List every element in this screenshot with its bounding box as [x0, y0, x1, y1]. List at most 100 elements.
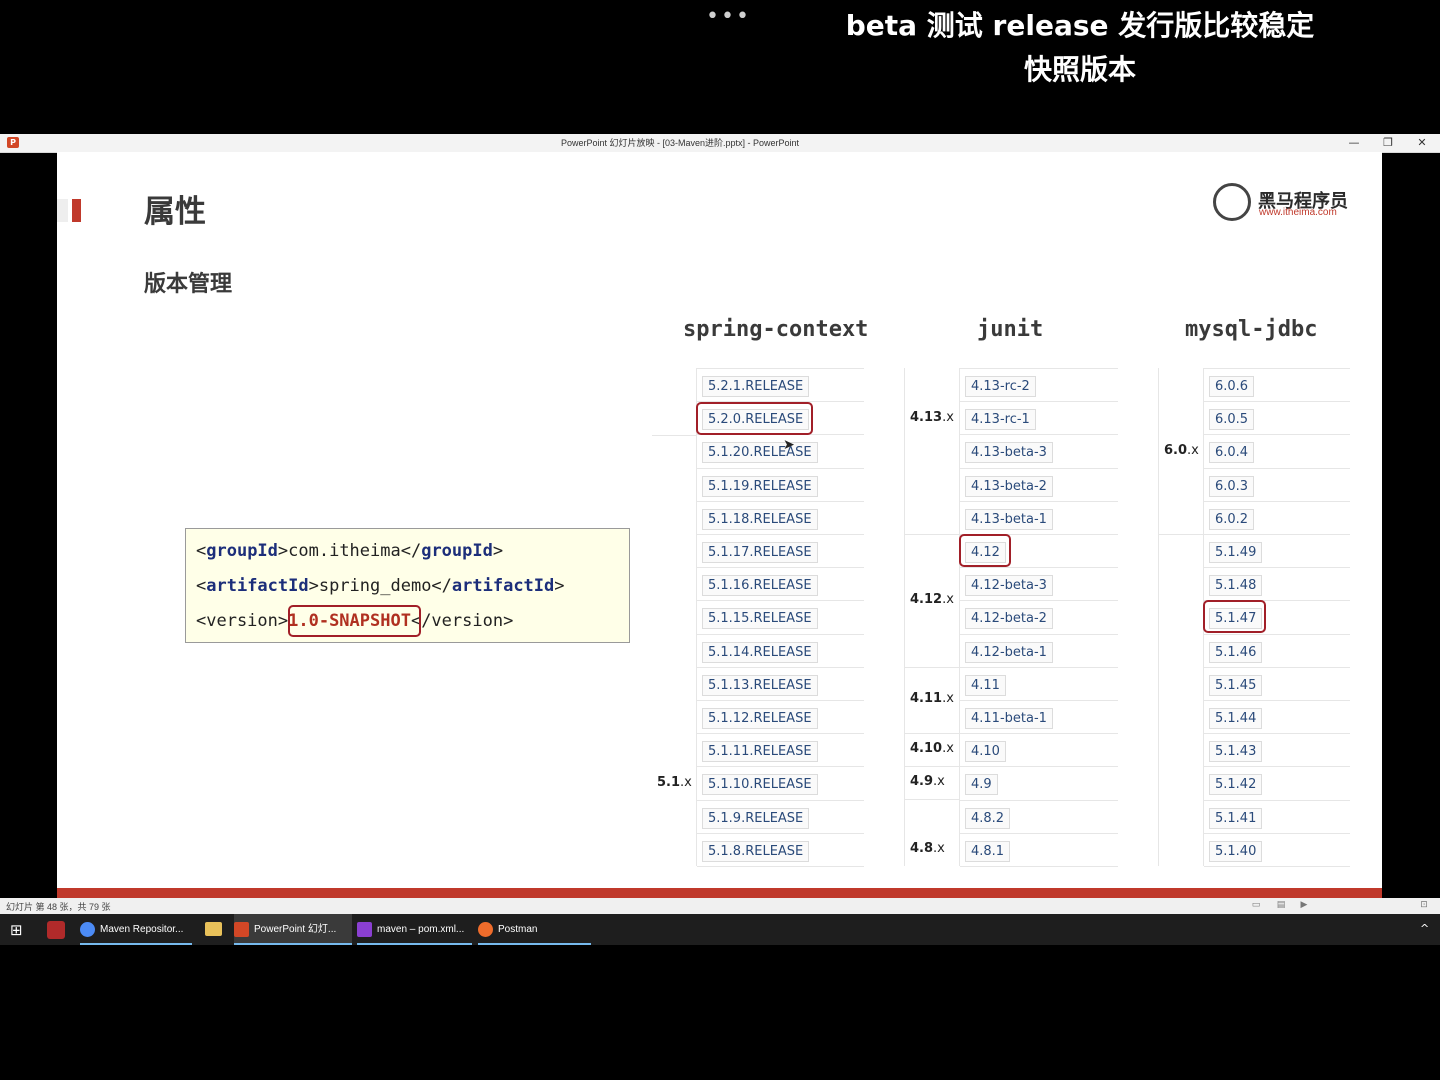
junit-version[interactable]: 4.11-beta-1 — [965, 708, 1053, 729]
spring-context-header: spring-context — [683, 317, 869, 342]
junit-gridline — [960, 833, 1118, 834]
spring-group-5-1x: 5.1.x — [657, 775, 692, 790]
junit-version[interactable]: 4.13-beta-1 — [965, 509, 1053, 530]
spring-version[interactable]: 5.1.15.RELEASE — [702, 608, 818, 629]
spring-gridline — [697, 866, 864, 867]
taskbar-powerpoint[interactable]: PowerPoint 幻灯... — [234, 914, 352, 945]
junit-group-divider — [905, 799, 960, 800]
junit-gridline — [960, 368, 1118, 369]
slide-subtitle: 版本管理 — [144, 272, 233, 297]
junit-group: 4.8.x — [910, 841, 945, 856]
spring-group-divider — [652, 435, 697, 436]
mysql-version[interactable]: 6.0.2 — [1209, 509, 1255, 530]
code-line-groupid: <groupId>com.itheima</groupId> — [196, 541, 504, 561]
mysql-version[interactable]: 5.1.48 — [1209, 575, 1263, 596]
mysql-gridline — [1204, 534, 1350, 535]
junit-header: junit — [977, 317, 1044, 342]
spring-version[interactable]: 5.1.20.RELEASE — [702, 442, 818, 463]
spring-version[interactable]: 5.1.19.RELEASE — [702, 476, 818, 497]
restore-button[interactable]: ❐ — [1371, 135, 1405, 151]
junit-group-divider — [905, 733, 960, 734]
spring-version[interactable]: 5.1.16.RELEASE — [702, 575, 818, 596]
postman-icon — [478, 921, 493, 937]
mysql-version[interactable]: 5.1.49 — [1209, 542, 1263, 563]
mysql-version[interactable]: 5.1.42 — [1209, 774, 1263, 795]
junit-vline — [959, 368, 960, 866]
mysql-version[interactable]: 5.1.43 — [1209, 741, 1263, 762]
spring-version[interactable]: 5.1.17.RELEASE — [702, 542, 818, 563]
fit-slide-icon[interactable]: ⊡ — [1418, 900, 1430, 911]
junit-version[interactable]: 4.13-beta-3 — [965, 442, 1053, 463]
spring-version[interactable]: 5.1.9.RELEASE — [702, 808, 810, 829]
mysql-version[interactable]: 5.1.45 — [1209, 675, 1263, 696]
spring-version[interactable]: 5.1.13.RELEASE — [702, 675, 818, 696]
window-title: PowerPoint 幻灯片放映 - [03-Maven进阶.pptx] - P… — [560, 138, 800, 148]
junit-version[interactable]: 4.12-beta-2 — [965, 608, 1053, 629]
taskbar-chrome[interactable]: Maven Repositor... — [80, 914, 192, 945]
spring-gridline — [697, 600, 864, 601]
logo-url: www.itheima.com — [1259, 207, 1337, 218]
spring-gridline — [697, 733, 864, 734]
taskbar-postman[interactable]: Postman — [478, 914, 591, 945]
mysql-version[interactable]: 6.0.6 — [1209, 376, 1255, 397]
windows-start-icon[interactable]: ⊞ — [10, 921, 23, 939]
spring-version[interactable]: 5.1.14.RELEASE — [702, 642, 818, 663]
spring-gridline — [697, 501, 864, 502]
junit-version[interactable]: 4.13-rc-2 — [965, 376, 1036, 397]
junit-group: 4.11.x — [910, 691, 954, 706]
junit-version[interactable]: 4.8.1 — [965, 841, 1011, 862]
junit-version[interactable]: 4.12-beta-1 — [965, 642, 1053, 663]
close-button[interactable]: ✕ — [1405, 135, 1439, 151]
spring-version[interactable]: 5.1.10.RELEASE — [702, 774, 818, 795]
spring-version[interactable]: 5.1.11.RELEASE — [702, 741, 818, 762]
mysql-version[interactable]: 5.1.40 — [1209, 841, 1263, 862]
taskbar-intellij[interactable]: maven – pom.xml... — [357, 914, 472, 945]
mouse-cursor-icon: ➤ — [783, 437, 795, 453]
tray-expand-icon[interactable]: ^ — [1420, 922, 1429, 935]
file-explorer-icon[interactable] — [205, 922, 222, 936]
junit-version[interactable]: 4.8.2 — [965, 808, 1011, 829]
junit-version[interactable]: 4.13-rc-1 — [965, 409, 1036, 430]
junit-gridline — [960, 800, 1118, 801]
mysql-version[interactable]: 5.1.46 — [1209, 642, 1263, 663]
junit-gridline — [960, 634, 1118, 635]
spring-gridline — [697, 667, 864, 668]
mysql-gridline — [1204, 501, 1350, 502]
junit-version[interactable]: 4.12-beta-3 — [965, 575, 1053, 596]
notes-icon[interactable]: ▭ — [1250, 900, 1262, 911]
mysql-5-1-47-highlight — [1203, 600, 1266, 633]
app-launcher-icon[interactable] — [47, 921, 65, 939]
minimize-button[interactable]: — — [1337, 135, 1371, 151]
mysql-gridline — [1204, 468, 1350, 469]
junit-gridline — [960, 401, 1118, 402]
spring-gridline — [697, 534, 864, 535]
junit-gridline — [960, 667, 1118, 668]
junit-version[interactable]: 4.13-beta-2 — [965, 476, 1053, 497]
mysql-version[interactable]: 6.0.4 — [1209, 442, 1255, 463]
mysql-version[interactable]: 5.1.44 — [1209, 708, 1263, 729]
mysql-gridline — [1204, 667, 1350, 668]
spring-version[interactable]: 5.1.12.RELEASE — [702, 708, 818, 729]
spring-vline — [696, 368, 697, 866]
junit-gridline — [960, 501, 1118, 502]
mysql-version[interactable]: 6.0.5 — [1209, 409, 1255, 430]
spring-5-2-0-highlight — [696, 402, 813, 435]
spring-version[interactable]: 5.2.1.RELEASE — [702, 376, 810, 397]
mysql-version[interactable]: 6.0.3 — [1209, 476, 1255, 497]
junit-4-12-highlight — [959, 534, 1011, 567]
mysql-gridline — [1204, 733, 1350, 734]
intellij-icon — [357, 921, 372, 937]
slideshow-icon[interactable]: ▶ — [1298, 900, 1310, 911]
normal-view-icon[interactable]: ▤ — [1275, 900, 1287, 911]
chrome-icon — [80, 921, 95, 937]
spring-version[interactable]: 5.1.18.RELEASE — [702, 509, 818, 530]
junit-gridline — [960, 700, 1118, 701]
powerpoint-taskbar-icon — [234, 921, 249, 937]
spring-version[interactable]: 5.1.8.RELEASE — [702, 841, 810, 862]
mysql-gridline — [1204, 634, 1350, 635]
mysql-group-divider — [1158, 534, 1204, 535]
junit-version[interactable]: 4.10 — [965, 741, 1006, 762]
junit-version[interactable]: 4.9 — [965, 774, 998, 795]
mysql-version[interactable]: 5.1.41 — [1209, 808, 1263, 829]
junit-version[interactable]: 4.11 — [965, 675, 1006, 696]
